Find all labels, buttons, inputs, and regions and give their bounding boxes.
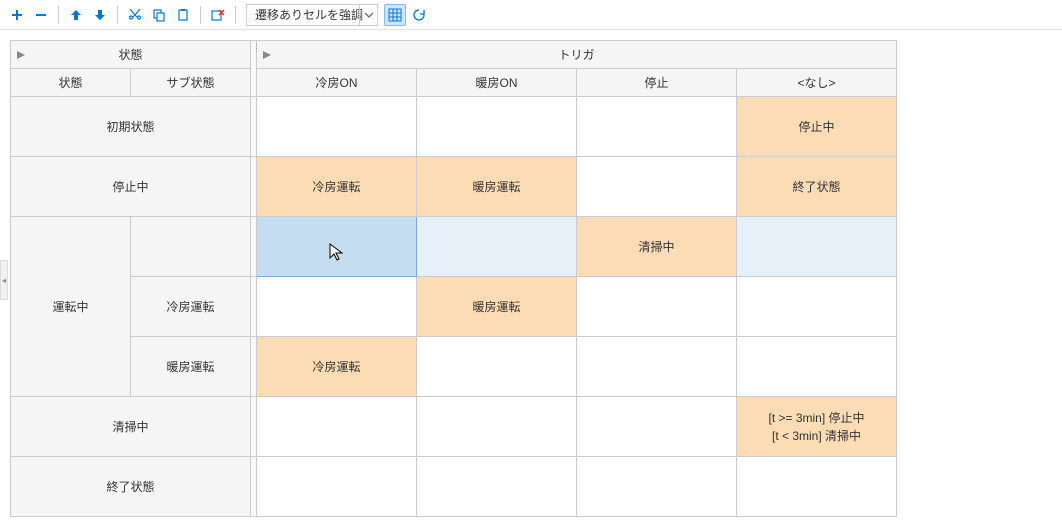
state-group-header[interactable]: 状態 bbox=[11, 41, 251, 69]
cell[interactable] bbox=[577, 157, 737, 217]
cell[interactable] bbox=[417, 217, 577, 277]
table-row: 清掃中 [t >= 3min] 停止中 [t < 3min] 清掃中 bbox=[11, 397, 897, 457]
trigger-group-header[interactable]: トリガ bbox=[257, 41, 897, 69]
row-state-cleaning[interactable]: 清掃中 bbox=[11, 397, 251, 457]
cell[interactable] bbox=[577, 97, 737, 157]
copy-button[interactable] bbox=[148, 4, 170, 26]
grid-toggle-button[interactable] bbox=[384, 4, 406, 26]
row-substate-cooling[interactable]: 冷房運転 bbox=[131, 277, 251, 337]
state-group-label: 状態 bbox=[118, 48, 142, 62]
cell[interactable] bbox=[577, 397, 737, 457]
cell[interactable]: 冷房運転 bbox=[257, 157, 417, 217]
dropdown-label: 遷移ありセルを強調 bbox=[247, 6, 359, 23]
cell[interactable] bbox=[737, 277, 897, 337]
cell[interactable] bbox=[257, 97, 417, 157]
add-button[interactable] bbox=[6, 4, 28, 26]
remove-button[interactable] bbox=[30, 4, 52, 26]
cell-selected[interactable] bbox=[257, 217, 417, 277]
cell[interactable] bbox=[577, 457, 737, 517]
collapse-left-handle[interactable]: ◂ bbox=[0, 260, 8, 300]
separator bbox=[117, 6, 118, 24]
trigger-cooling-header[interactable]: 冷房ON bbox=[257, 69, 417, 97]
substate-header[interactable]: サブ状態 bbox=[131, 69, 251, 97]
delete-cell-button[interactable] bbox=[207, 4, 229, 26]
trigger-group-label: トリガ bbox=[558, 48, 594, 62]
cell[interactable]: [t >= 3min] 停止中 [t < 3min] 清掃中 bbox=[737, 397, 897, 457]
trigger-heating-header[interactable]: 暖房ON bbox=[417, 69, 577, 97]
move-up-button[interactable] bbox=[65, 4, 87, 26]
trigger-stop-header[interactable]: 停止 bbox=[577, 69, 737, 97]
separator bbox=[58, 6, 59, 24]
cell[interactable] bbox=[737, 457, 897, 517]
cell[interactable] bbox=[257, 277, 417, 337]
table-row: 終了状態 bbox=[11, 457, 897, 517]
cell[interactable] bbox=[417, 337, 577, 397]
cell[interactable] bbox=[737, 337, 897, 397]
state-header[interactable]: 状態 bbox=[11, 69, 131, 97]
separator bbox=[200, 6, 201, 24]
cell[interactable] bbox=[577, 337, 737, 397]
cell[interactable] bbox=[577, 277, 737, 337]
row-substate-blank[interactable] bbox=[131, 217, 251, 277]
toolbar: 遷移ありセルを強調 bbox=[0, 0, 1062, 30]
row-state-running[interactable]: 運転中 bbox=[11, 217, 131, 397]
paste-button[interactable] bbox=[172, 4, 194, 26]
cell[interactable]: 暖房運転 bbox=[417, 277, 577, 337]
trigger-none-header[interactable]: <なし> bbox=[737, 69, 897, 97]
cell[interactable] bbox=[257, 397, 417, 457]
table-row: 初期状態 停止中 bbox=[11, 97, 897, 157]
cell[interactable]: 終了状態 bbox=[737, 157, 897, 217]
row-state-initial[interactable]: 初期状態 bbox=[11, 97, 251, 157]
separator bbox=[235, 6, 236, 24]
cell[interactable] bbox=[417, 97, 577, 157]
cell[interactable]: 清掃中 bbox=[577, 217, 737, 277]
row-state-stopped[interactable]: 停止中 bbox=[11, 157, 251, 217]
table-row: 運転中 清掃中 bbox=[11, 217, 897, 277]
cell[interactable]: 冷房運転 bbox=[257, 337, 417, 397]
refresh-button[interactable] bbox=[408, 4, 430, 26]
table-row: 停止中 冷房運転 暖房運転 終了状態 bbox=[11, 157, 897, 217]
move-down-button[interactable] bbox=[89, 4, 111, 26]
cut-button[interactable] bbox=[124, 4, 146, 26]
row-state-final[interactable]: 終了状態 bbox=[11, 457, 251, 517]
cursor-icon bbox=[329, 243, 343, 261]
row-substate-heating[interactable]: 暖房運転 bbox=[131, 337, 251, 397]
cell[interactable]: 停止中 bbox=[737, 97, 897, 157]
table-row: 暖房運転 冷房運転 bbox=[11, 337, 897, 397]
cell[interactable] bbox=[417, 397, 577, 457]
chevron-down-icon bbox=[359, 5, 377, 25]
cell[interactable]: 暖房運転 bbox=[417, 157, 577, 217]
highlight-dropdown[interactable]: 遷移ありセルを強調 bbox=[246, 4, 378, 26]
table-row: 冷房運転 暖房運転 bbox=[11, 277, 897, 337]
cell[interactable] bbox=[257, 457, 417, 517]
transition-table: 状態 ⋮ トリガ 状態 サブ状態 冷房ON 暖房ON 停止 <なし> 初期状態 … bbox=[10, 40, 1052, 517]
cell[interactable] bbox=[417, 457, 577, 517]
cell[interactable] bbox=[737, 217, 897, 277]
